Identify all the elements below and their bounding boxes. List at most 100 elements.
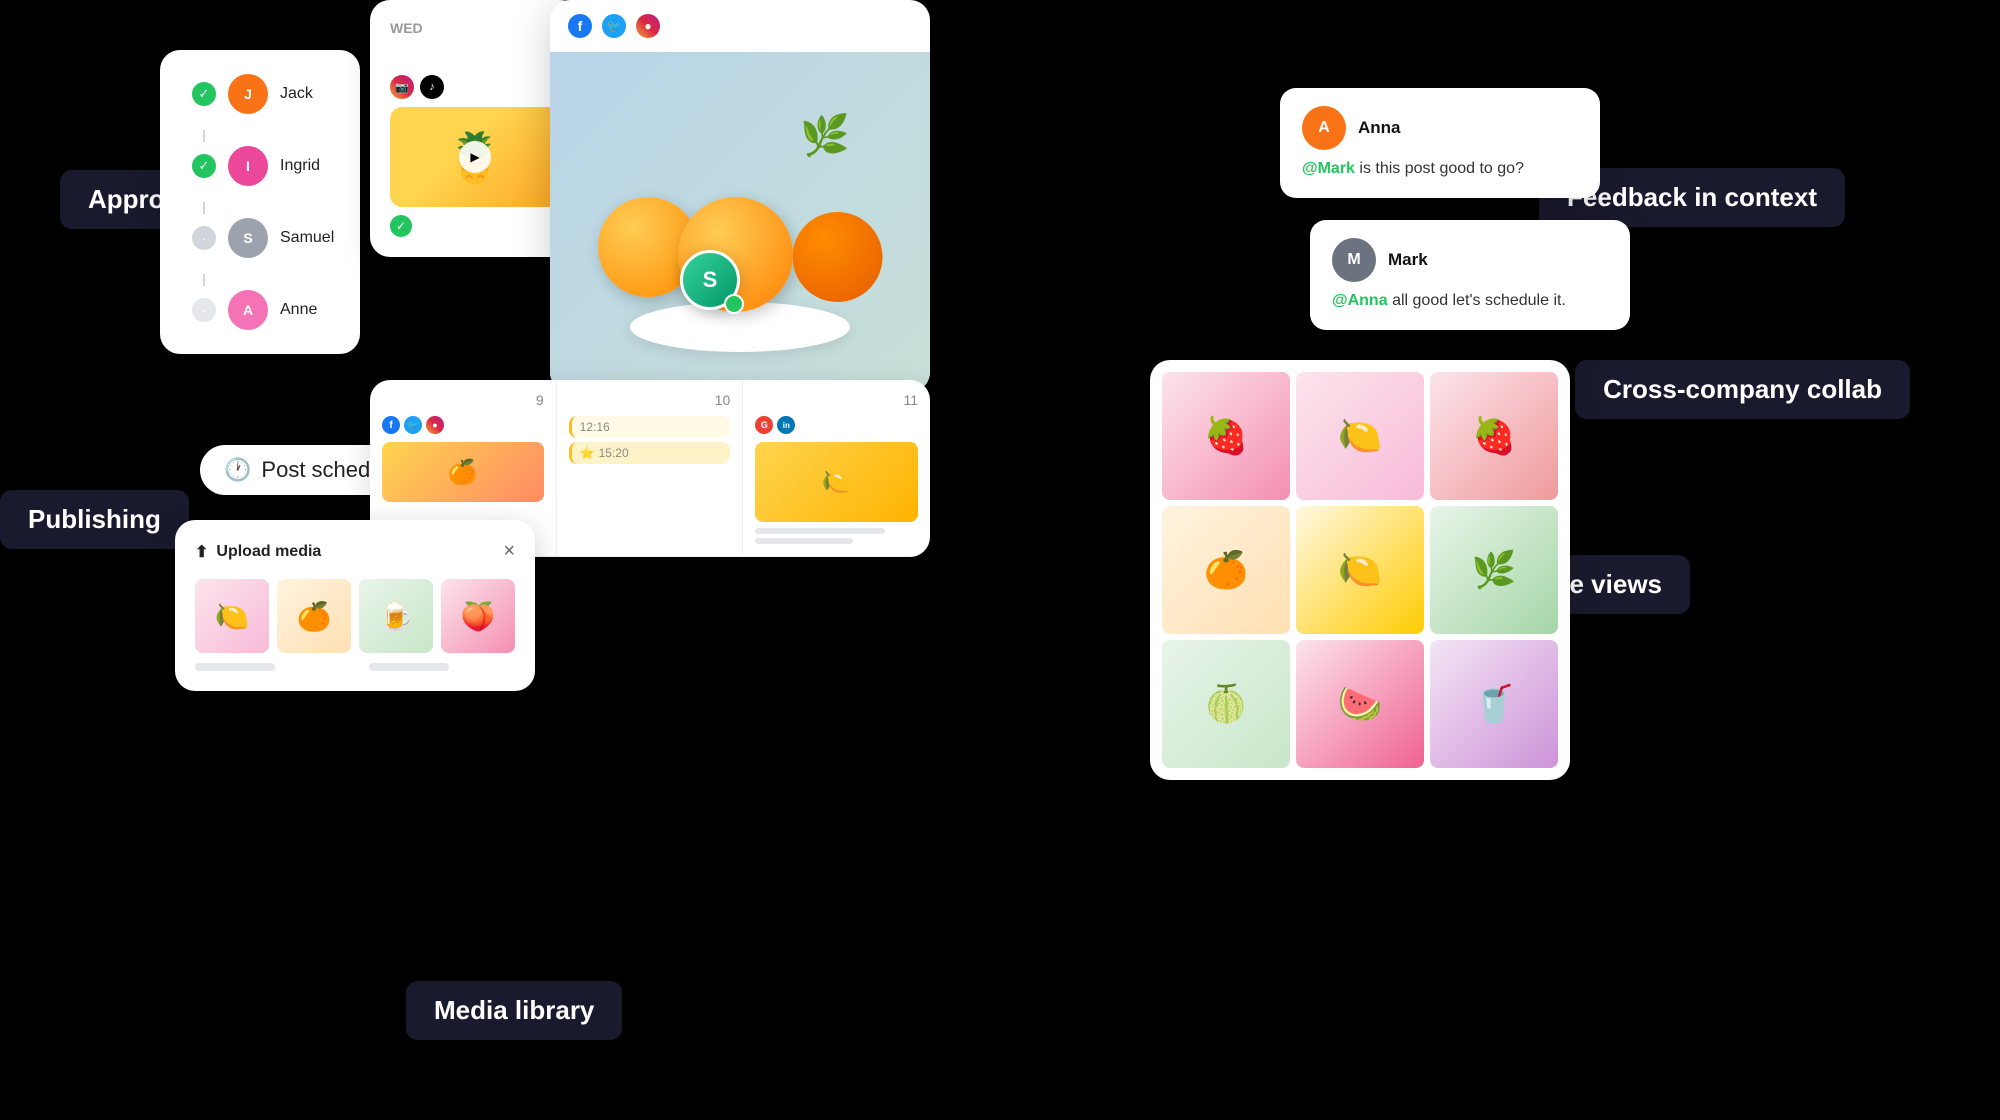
anna-comment-header: A Anna	[1302, 106, 1578, 150]
person-row-samuel: · S Samuel	[192, 218, 328, 258]
connector-1	[203, 130, 205, 142]
cal-day-9: 9	[382, 392, 544, 408]
mark-mention: @Mark	[1302, 160, 1355, 177]
label-1	[195, 663, 275, 671]
cross-company-badge[interactable]: Cross-company collab	[1575, 360, 1910, 419]
social-row-9: f 🐦 ●	[382, 416, 544, 434]
calendar-post-image: 🍍 ▶	[390, 107, 560, 207]
media-library-badge[interactable]: Media library	[406, 981, 622, 1040]
approved-check: ✓	[390, 215, 412, 237]
mark-avatar: M	[1332, 238, 1376, 282]
mark-name: Mark	[1388, 250, 1428, 270]
gallery-cell-2: 🍋	[1296, 372, 1424, 500]
close-button[interactable]: ×	[503, 540, 515, 563]
gallery-fruit-4: 🍊	[1162, 506, 1290, 634]
planning-card: WED 2 📷 ♪ 🍍 ▶ ✓	[370, 0, 580, 257]
leaf-decoration: 🌿	[800, 112, 850, 159]
media-thumb-2[interactable]: 🍊	[277, 579, 351, 653]
person-row-anne: · A Anne	[192, 290, 328, 330]
connector-3	[203, 274, 205, 286]
text-line-1	[755, 528, 885, 534]
name-anne: Anne	[280, 301, 317, 319]
gallery-fruit-7: 🍈	[1162, 640, 1290, 768]
media-thumb-4[interactable]: 🍑	[441, 579, 515, 653]
comment-card-mark: M Mark @Anna all good let's schedule it.	[1310, 220, 1630, 330]
check-approved-ingrid: ✓	[192, 154, 216, 178]
person-row-ingrid: ✓ I Ingrid	[192, 146, 328, 186]
oranges-group	[598, 197, 883, 312]
time-slot-1520: ⭐15:20	[569, 442, 731, 464]
gallery-cell-4: 🍊	[1162, 506, 1290, 634]
cal-cell-11: 11 G in 🍋	[743, 380, 930, 557]
gallery-cell-3: 🍓	[1430, 372, 1558, 500]
media-thumb-3[interactable]: 🍺	[359, 579, 433, 653]
clock-icon: 🕐	[224, 457, 251, 483]
media-header: ⬆ Upload media ×	[195, 540, 515, 563]
label-2	[369, 663, 449, 671]
calendar-day: WED	[390, 20, 560, 36]
orange-scene: 🌿	[550, 52, 930, 392]
gallery-cell-1: 🍓	[1162, 372, 1290, 500]
mark-comment-text: @Anna all good let's schedule it.	[1332, 290, 1608, 312]
main-post-card: f 🐦 ● 🌿	[550, 0, 930, 392]
fb-9: f	[382, 416, 400, 434]
avatar-anne: A	[228, 290, 268, 330]
ig-9: ●	[426, 416, 444, 434]
gallery-fruit-2: 🍋	[1296, 372, 1424, 500]
post-thumb-9: 🍊	[382, 442, 544, 502]
name-ingrid: Ingrid	[280, 157, 320, 175]
person-row-jack: ✓ J Jack	[192, 74, 328, 114]
avatar-samuel: S	[228, 218, 268, 258]
orange-slice	[793, 212, 883, 302]
gallery-cell-5: 🍋	[1296, 506, 1424, 634]
media-labels	[195, 663, 515, 671]
collab-avatar-1: S	[680, 250, 740, 310]
social-icons-row: 📷 ♪	[390, 75, 560, 99]
anna-avatar: A	[1302, 106, 1346, 150]
gallery-cell-9: 🥤	[1430, 640, 1558, 768]
gallery-card: 🍓 🍋 🍓 🍊 🍋 🌿 🍈 🍉 🥤	[1150, 360, 1570, 780]
instagram-icon: 📷	[390, 75, 414, 99]
anna-name: Anna	[1358, 118, 1401, 138]
gallery-fruit-6: 🌿	[1430, 506, 1558, 634]
media-title: ⬆ Upload media	[195, 542, 321, 562]
text-line-2	[755, 538, 853, 544]
google-11: G	[755, 416, 773, 434]
instagram-icon-main: ●	[636, 14, 660, 38]
gallery-cell-8: 🍉	[1296, 640, 1424, 768]
tw-9: 🐦	[404, 416, 422, 434]
mark-comment-header: M Mark	[1332, 238, 1608, 282]
post-thumb-11: 🍋	[755, 442, 918, 522]
gallery-fruit-1: 🍓	[1162, 372, 1290, 500]
name-jack: Jack	[280, 85, 313, 103]
approvals-card: ✓ J Jack ✓ I Ingrid · S Samuel · A Anne	[160, 50, 360, 354]
gallery-grid: 🍓 🍋 🍓 🍊 🍋 🌿 🍈 🍉 🥤	[1162, 372, 1558, 768]
tiktok-icon: ♪	[420, 75, 444, 99]
linkedin-11: in	[777, 416, 795, 434]
play-button[interactable]: ▶	[459, 141, 491, 173]
social-row-11: G in	[755, 416, 918, 434]
check-inactive-anne: ·	[192, 298, 216, 322]
publishing-badge[interactable]: Publishing	[0, 490, 189, 549]
gallery-fruit-5: 🍋	[1296, 506, 1424, 634]
comment-card-anna: A Anna @Mark is this post good to go?	[1280, 88, 1600, 198]
online-indicator-1	[724, 294, 744, 314]
anna-mention: @Anna	[1332, 292, 1388, 309]
avatar-ingrid: I	[228, 146, 268, 186]
connector-2	[203, 202, 205, 214]
cal-day-10: 10	[569, 392, 731, 408]
cal-day-11: 11	[755, 392, 918, 408]
media-card: ⬆ Upload media × 🍋 🍊 🍺 🍑	[175, 520, 535, 691]
post-text-preview	[755, 528, 918, 544]
post-header: f 🐦 ●	[550, 0, 930, 52]
gallery-fruit-9: 🥤	[1430, 640, 1558, 768]
calendar-date: 2	[390, 44, 560, 65]
cal-cell-10: 10 12:16 ⭐15:20	[557, 380, 744, 557]
facebook-icon: f	[568, 14, 592, 38]
name-samuel: Samuel	[280, 229, 334, 247]
media-thumb-1[interactable]: 🍋	[195, 579, 269, 653]
gallery-fruit-8: 🍉	[1296, 640, 1424, 768]
upload-icon: ⬆	[195, 542, 208, 562]
check-approved-jack: ✓	[192, 82, 216, 106]
gallery-fruit-3: 🍓	[1430, 372, 1558, 500]
